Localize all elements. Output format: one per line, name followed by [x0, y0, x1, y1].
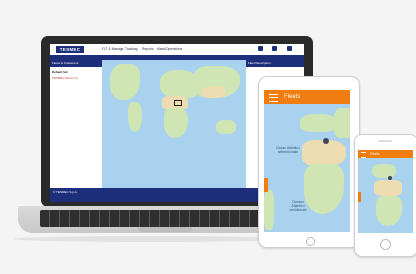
tablet-app-bar: Fleets [264, 90, 350, 104]
home-icon[interactable] [272, 46, 277, 51]
phone-title: Fleets [370, 152, 380, 156]
tablet-screen: Ocean Atlantico settentrionale Oceano At… [264, 90, 350, 232]
right-panel-header: Fleet Description [246, 60, 304, 67]
left-panel-line1[interactable]: Default Set [52, 70, 68, 74]
side-drawer-tab[interactable] [358, 192, 361, 202]
ocean-label-south: Oceano Atlantico meridionale [289, 200, 307, 212]
phone-app-bar: Fleets [358, 150, 413, 158]
phone-screen: Fleets [358, 150, 413, 233]
phone-speaker [378, 140, 392, 142]
map-pin-icon[interactable] [323, 138, 329, 144]
tablet-title: Fleets [284, 94, 301, 100]
menu-icon[interactable] [361, 152, 366, 158]
notifications-icon[interactable] [258, 46, 263, 51]
laptop-map[interactable] [102, 60, 246, 188]
left-panel-header: Fleets & Customers [50, 60, 102, 67]
laptop-shadow [14, 236, 292, 242]
menu-icon[interactable] [269, 94, 278, 102]
laptop-trackpad [138, 227, 192, 232]
phone-home-button[interactable] [380, 239, 391, 250]
nav-item-reports[interactable]: Reports [142, 47, 154, 52]
settings-icon[interactable] [287, 46, 292, 51]
left-panel: Fleets & Customers Default Set TESMEC De… [50, 60, 102, 188]
tablet-home-button[interactable] [306, 237, 315, 246]
ocean-label-north: Ocean Atlantico settentrionale [276, 146, 300, 154]
map-pin-icon[interactable] [388, 176, 392, 180]
brand-logo[interactable]: TESMEC [56, 46, 84, 53]
left-panel-line2[interactable]: TESMEC Demo (1) [52, 76, 78, 80]
laptop-keyboard [40, 210, 292, 227]
nav-item-tracking[interactable]: Tracking [125, 47, 138, 52]
nav-item-maintenance[interactable]: Maint/Operations [157, 47, 182, 52]
side-drawer-tab[interactable] [264, 178, 268, 192]
map-marker-icon[interactable] [174, 100, 182, 106]
nav-item-manage[interactable]: FLT & Manage [102, 47, 124, 52]
